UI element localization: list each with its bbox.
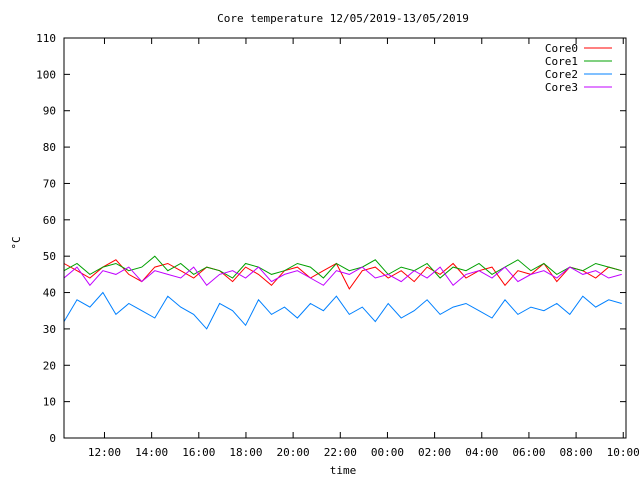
x-tick-label: 04:00 [465,446,498,459]
x-tick-label: 02:00 [418,446,451,459]
y-tick-label: 70 [43,177,56,190]
y-tick-label: 100 [36,68,56,81]
x-tick-label: 10:00 [607,446,640,459]
x-tick-label: 16:00 [182,446,215,459]
legend-label-core2: Core2 [545,68,578,81]
y-tick-label: 0 [49,432,56,445]
chart-title: Core temperature 12/05/2019-13/05/2019 [217,12,469,25]
y-tick-label: 10 [43,396,56,409]
x-axis-label: time [330,464,357,477]
legend-label-core0: Core0 [545,42,578,55]
x-tick-label: 20:00 [277,446,310,459]
y-tick-label: 90 [43,105,56,118]
y-tick-label: 20 [43,359,56,372]
x-tick-label: 12:00 [88,446,121,459]
x-tick-label: 18:00 [229,446,262,459]
legend-label-core3: Core3 [545,81,578,94]
x-tick-label: 00:00 [371,446,404,459]
core-temperature-chart: Core temperature 12/05/2019-13/05/2019 t… [0,0,640,480]
x-tick-label: 06:00 [512,446,545,459]
y-tick-label: 30 [43,323,56,336]
y-axis-label: °C [10,236,23,249]
y-tick-label: 110 [36,32,56,45]
x-tick-label: 08:00 [560,446,593,459]
y-tick-label: 40 [43,287,56,300]
y-tick-label: 80 [43,141,56,154]
x-tick-label: 22:00 [324,446,357,459]
y-tick-label: 50 [43,250,56,263]
y-tick-label: 60 [43,214,56,227]
legend-label-core1: Core1 [545,55,578,68]
x-tick-label: 14:00 [135,446,168,459]
